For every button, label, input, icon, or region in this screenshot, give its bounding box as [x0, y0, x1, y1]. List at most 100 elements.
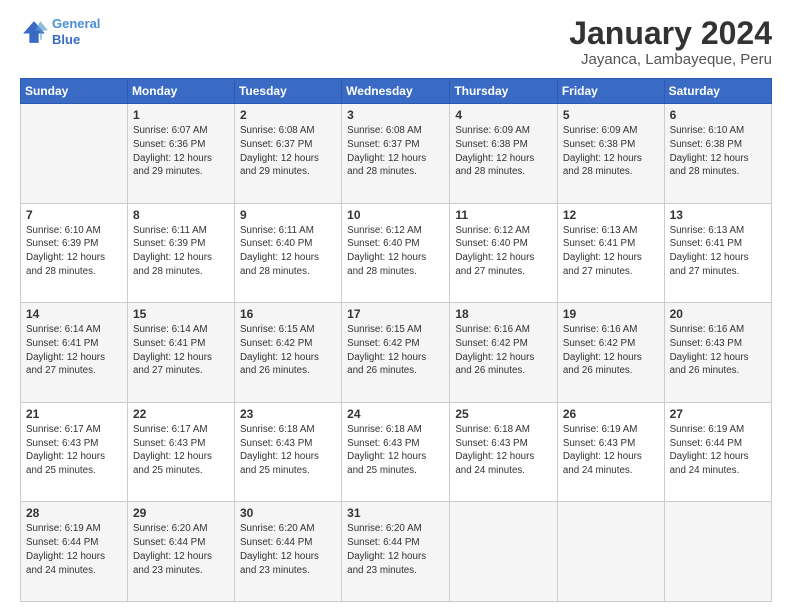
calendar-cell: 30Sunrise: 6:20 AM Sunset: 6:44 PM Dayli…	[234, 502, 341, 602]
day-number: 2	[240, 108, 336, 122]
day-info: Sunrise: 6:16 AM Sunset: 6:42 PM Dayligh…	[455, 323, 552, 378]
calendar-header-row: SundayMondayTuesdayWednesdayThursdayFrid…	[21, 79, 772, 104]
day-info: Sunrise: 6:16 AM Sunset: 6:42 PM Dayligh…	[563, 323, 659, 378]
calendar-cell: 2 Sunrise: 6:08 AM Sunset: 6:37 PM Daylig…	[234, 104, 341, 204]
day-number: 18	[455, 307, 552, 321]
page-subtitle: Jayanca, Lambayeque, Peru	[569, 51, 772, 68]
day-info: Sunrise: 6:12 AM Sunset: 6:40 PM Dayligh…	[455, 224, 552, 279]
day-info: Sunrise: 6:20 AM Sunset: 6:44 PM Dayligh…	[240, 522, 336, 577]
calendar-header-saturday: Saturday	[664, 79, 771, 104]
day-info: Sunrise: 6:14 AM Sunset: 6:41 PM Dayligh…	[26, 323, 122, 378]
calendar-cell	[557, 502, 664, 602]
day-number: 27	[670, 407, 766, 421]
calendar-cell: 18 Sunrise: 6:16 AM Sunset: 6:42 PM Dayli…	[450, 303, 558, 403]
calendar-cell: 29 Sunrise: 6:20 AM Sunset: 6:44 PM Dayli…	[127, 502, 234, 602]
day-info: Sunrise: 6:11 AM Sunset: 6:40 PM Dayligh…	[240, 224, 336, 279]
calendar-cell: 28 Sunrise: 6:19 AM Sunset: 6:44 PM Dayli…	[21, 502, 128, 602]
calendar-cell: 10 Sunrise: 6:12 AM Sunset: 6:40 PM Dayli…	[342, 203, 450, 303]
day-number: 10	[347, 208, 444, 222]
day-number: 24	[347, 407, 444, 421]
day-info: Sunrise: 6:19 AM Sunset: 6:43 PM Dayligh…	[563, 423, 659, 478]
logo-text: General Blue	[52, 16, 100, 47]
day-number: 3	[347, 108, 444, 122]
day-info: Sunrise: 6:10 AM Sunset: 6:38 PM Dayligh…	[670, 124, 766, 179]
day-info: Sunrise: 6:14 AM Sunset: 6:41 PM Dayligh…	[133, 323, 229, 378]
day-number: 7	[26, 208, 122, 222]
calendar-header-monday: Monday	[127, 79, 234, 104]
day-info: Sunrise: 6:13 AM Sunset: 6:41 PM Dayligh…	[670, 224, 766, 279]
calendar-week-3: 21 Sunrise: 6:17 AM Sunset: 6:43 PM Dayli…	[21, 402, 772, 502]
calendar-cell: 3 Sunrise: 6:08 AM Sunset: 6:37 PM Daylig…	[342, 104, 450, 204]
calendar-cell: 21Sunrise: 6:17 AM Sunset: 6:43 PM Dayli…	[21, 402, 128, 502]
calendar-week-1: 7 Sunrise: 6:10 AM Sunset: 6:39 PM Daylig…	[21, 203, 772, 303]
day-info: Sunrise: 6:15 AM Sunset: 6:42 PM Dayligh…	[240, 323, 336, 378]
calendar-cell: 11 Sunrise: 6:12 AM Sunset: 6:40 PM Dayli…	[450, 203, 558, 303]
day-number: 5	[563, 108, 659, 122]
calendar-cell: 4 Sunrise: 6:09 AM Sunset: 6:38 PM Daylig…	[450, 104, 558, 204]
day-number: 11	[455, 208, 552, 222]
calendar-week-4: 28 Sunrise: 6:19 AM Sunset: 6:44 PM Dayli…	[21, 502, 772, 602]
day-number: 21	[26, 407, 122, 421]
day-info: Sunrise: 6:09 AM Sunset: 6:38 PM Dayligh…	[563, 124, 659, 179]
day-number: 31	[347, 506, 444, 520]
day-info: Sunrise: 6:19 AM Sunset: 6:44 PM Dayligh…	[670, 423, 766, 478]
calendar-header-wednesday: Wednesday	[342, 79, 450, 104]
day-number: 14	[26, 307, 122, 321]
day-number: 22	[133, 407, 229, 421]
calendar-cell: 27 Sunrise: 6:19 AM Sunset: 6:44 PM Dayli…	[664, 402, 771, 502]
calendar-cell: 15 Sunrise: 6:14 AM Sunset: 6:41 PM Dayli…	[127, 303, 234, 403]
calendar-cell	[21, 104, 128, 204]
day-number: 12	[563, 208, 659, 222]
calendar-cell	[664, 502, 771, 602]
day-info: Sunrise: 6:20 AM Sunset: 6:44 PM Dayligh…	[347, 522, 444, 577]
day-number: 29	[133, 506, 229, 520]
day-number: 4	[455, 108, 552, 122]
day-info: Sunrise: 6:13 AM Sunset: 6:41 PM Dayligh…	[563, 224, 659, 279]
day-info: Sunrise: 6:17 AM Sunset: 6:43 PM Dayligh…	[133, 423, 229, 478]
day-number: 26	[563, 407, 659, 421]
calendar-cell: 25Sunrise: 6:18 AM Sunset: 6:43 PM Dayli…	[450, 402, 558, 502]
header: General Blue January 2024 Jayanca, Lamba…	[20, 16, 772, 68]
page-title: January 2024	[569, 16, 772, 51]
day-number: 16	[240, 307, 336, 321]
calendar-cell: 23 Sunrise: 6:18 AM Sunset: 6:43 PM Dayli…	[234, 402, 341, 502]
calendar-week-2: 14 Sunrise: 6:14 AM Sunset: 6:41 PM Dayli…	[21, 303, 772, 403]
day-info: Sunrise: 6:08 AM Sunset: 6:37 PM Dayligh…	[347, 124, 444, 179]
day-number: 25	[455, 407, 552, 421]
day-info: Sunrise: 6:10 AM Sunset: 6:39 PM Dayligh…	[26, 224, 122, 279]
calendar-cell: 6Sunrise: 6:10 AM Sunset: 6:38 PM Daylig…	[664, 104, 771, 204]
calendar-cell: 5 Sunrise: 6:09 AM Sunset: 6:38 PM Daylig…	[557, 104, 664, 204]
calendar-cell: 19Sunrise: 6:16 AM Sunset: 6:42 PM Dayli…	[557, 303, 664, 403]
calendar-cell: 24Sunrise: 6:18 AM Sunset: 6:43 PM Dayli…	[342, 402, 450, 502]
calendar-cell: 7 Sunrise: 6:10 AM Sunset: 6:39 PM Daylig…	[21, 203, 128, 303]
calendar-cell: 1Sunrise: 6:07 AM Sunset: 6:36 PM Daylig…	[127, 104, 234, 204]
day-info: Sunrise: 6:07 AM Sunset: 6:36 PM Dayligh…	[133, 124, 229, 179]
day-info: Sunrise: 6:12 AM Sunset: 6:40 PM Dayligh…	[347, 224, 444, 279]
day-number: 13	[670, 208, 766, 222]
day-number: 23	[240, 407, 336, 421]
day-number: 9	[240, 208, 336, 222]
day-info: Sunrise: 6:20 AM Sunset: 6:44 PM Dayligh…	[133, 522, 229, 577]
calendar-header-thursday: Thursday	[450, 79, 558, 104]
calendar-cell: 20Sunrise: 6:16 AM Sunset: 6:43 PM Dayli…	[664, 303, 771, 403]
day-info: Sunrise: 6:19 AM Sunset: 6:44 PM Dayligh…	[26, 522, 122, 577]
logo: General Blue	[20, 16, 100, 47]
page: General Blue January 2024 Jayanca, Lamba…	[0, 0, 792, 612]
day-info: Sunrise: 6:15 AM Sunset: 6:42 PM Dayligh…	[347, 323, 444, 378]
day-number: 17	[347, 307, 444, 321]
day-number: 8	[133, 208, 229, 222]
calendar-table: SundayMondayTuesdayWednesdayThursdayFrid…	[20, 78, 772, 602]
logo-icon	[20, 18, 48, 46]
calendar-cell: 9 Sunrise: 6:11 AM Sunset: 6:40 PM Daylig…	[234, 203, 341, 303]
day-info: Sunrise: 6:18 AM Sunset: 6:43 PM Dayligh…	[240, 423, 336, 478]
day-number: 28	[26, 506, 122, 520]
calendar-cell: 13 Sunrise: 6:13 AM Sunset: 6:41 PM Dayli…	[664, 203, 771, 303]
calendar-cell: 12 Sunrise: 6:13 AM Sunset: 6:41 PM Dayli…	[557, 203, 664, 303]
calendar-cell: 8Sunrise: 6:11 AM Sunset: 6:39 PM Daylig…	[127, 203, 234, 303]
day-number: 15	[133, 307, 229, 321]
calendar-cell	[450, 502, 558, 602]
day-info: Sunrise: 6:08 AM Sunset: 6:37 PM Dayligh…	[240, 124, 336, 179]
day-info: Sunrise: 6:16 AM Sunset: 6:43 PM Dayligh…	[670, 323, 766, 378]
day-info: Sunrise: 6:09 AM Sunset: 6:38 PM Dayligh…	[455, 124, 552, 179]
calendar-cell: 26 Sunrise: 6:19 AM Sunset: 6:43 PM Dayli…	[557, 402, 664, 502]
